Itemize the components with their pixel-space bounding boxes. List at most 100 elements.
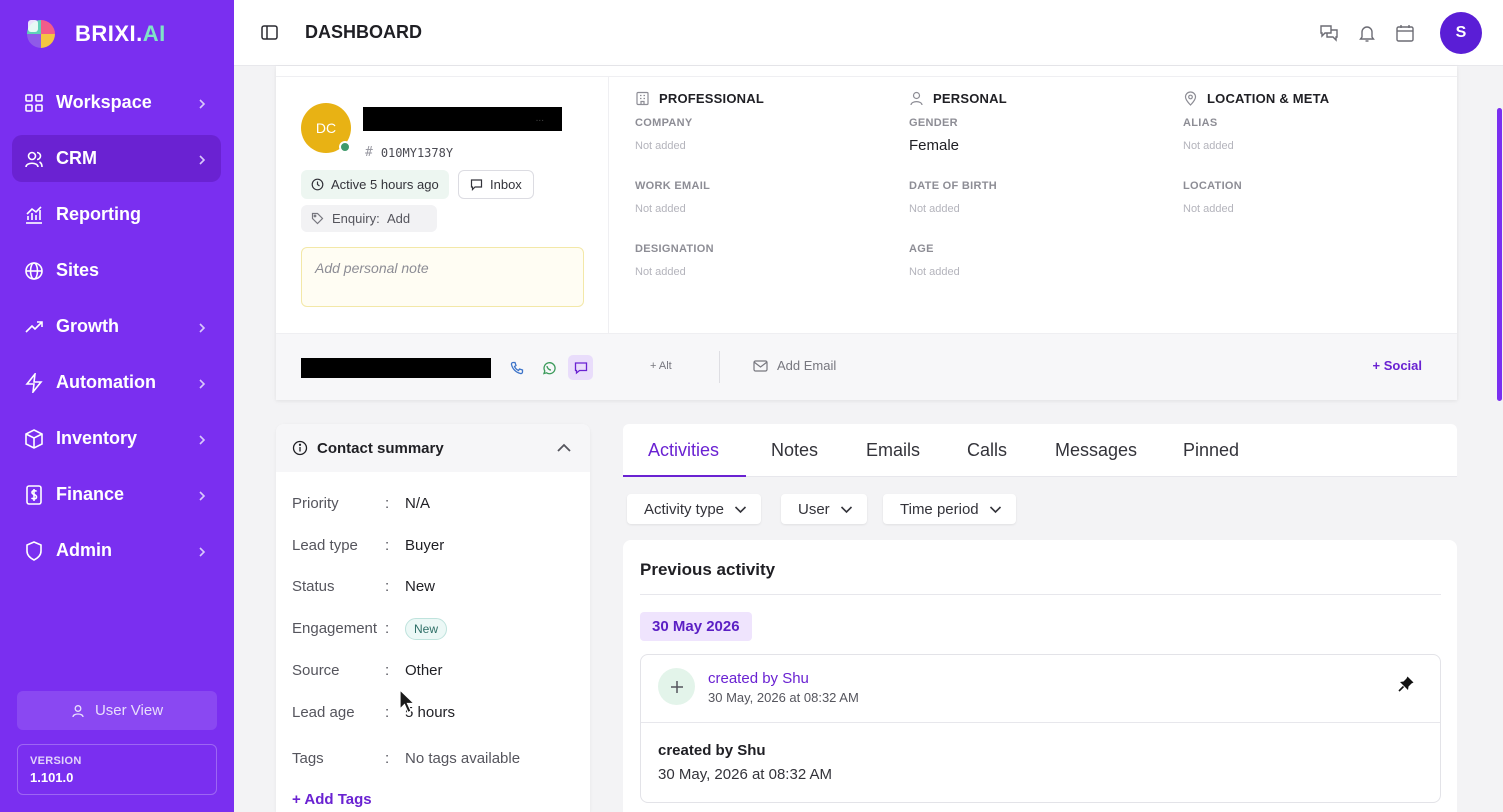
sidebar-item-label: Workspace <box>56 92 152 112</box>
topbar-icons <box>1319 23 1415 43</box>
engagement-badge: New <box>405 618 448 640</box>
tab-notes[interactable]: Notes <box>771 440 818 461</box>
enquiry-add-chip[interactable]: Enquiry: Add <box>301 205 437 232</box>
inbox-label: Inbox <box>490 177 522 192</box>
add-email-label: Add Email <box>777 358 837 373</box>
version-box: VERSION 1.101.0 <box>17 744 217 795</box>
activity-entry-title[interactable]: created by Shu <box>708 670 809 687</box>
time-period-filter[interactable]: Time period <box>883 494 1016 524</box>
sidebar-item-growth[interactable]: Growth <box>12 303 221 350</box>
summary-row-engagement: Engagement: New <box>292 618 448 640</box>
professional-section: PROFESSIONAL COMPANY Not added WORK EMAIL… <box>635 91 905 306</box>
chat-icon[interactable] <box>1319 23 1339 43</box>
company-field: COMPANY Not added <box>635 117 693 152</box>
contact-id: #010MY1378Y <box>365 145 453 160</box>
tab-messages[interactable]: Messages <box>1055 440 1137 461</box>
contact-summary-title: Contact summary <box>317 439 444 457</box>
hash-icon: # <box>365 145 373 160</box>
location-field: LOCATION Not added <box>1183 180 1243 215</box>
sidebar-item-reporting[interactable]: Reporting <box>12 191 221 238</box>
sidebar-item-crm[interactable]: CRM <box>12 135 221 182</box>
sidebar-item-inventory[interactable]: Inventory <box>12 415 221 462</box>
grid-icon <box>24 93 44 113</box>
activity-entry[interactable]: created by Shu 30 May, 2026 at 08:32 AM … <box>640 654 1441 803</box>
sidebar-item-label: Sites <box>56 260 100 280</box>
user-avatar[interactable]: S <box>1440 12 1482 54</box>
sidebar-item-label: Inventory <box>56 428 138 448</box>
activity-entry-body-time: 30 May, 2026 at 08:32 AM <box>658 766 833 783</box>
clock-icon <box>311 178 324 191</box>
contact-identity: DC ... #010MY1378Y Active 5 hours ago In… <box>276 77 609 333</box>
add-alt-phone-button[interactable]: + Alt <box>650 360 672 372</box>
calendar-icon[interactable] <box>1395 23 1415 43</box>
sidebar-item-label: Finance <box>56 484 125 504</box>
whatsapp-icon[interactable] <box>536 355 561 380</box>
divider <box>640 594 1441 595</box>
filter-label: Time period <box>900 500 979 518</box>
channel-actions <box>504 355 593 380</box>
box-icon <box>24 428 44 449</box>
chevron-down-icon <box>989 505 1001 513</box>
sidebar-item-sites[interactable]: Sites <box>12 247 221 294</box>
active-tab-indicator <box>623 475 746 477</box>
tab-emails[interactable]: Emails <box>866 440 920 461</box>
version-label: VERSION <box>30 755 82 767</box>
tab-calls[interactable]: Calls <box>967 440 1007 461</box>
activity-entry-time: 30 May, 2026 at 08:32 AM <box>708 690 859 705</box>
inbox-button[interactable]: Inbox <box>458 170 534 199</box>
pin-icon[interactable] <box>1397 675 1415 698</box>
sidebar-item-label: CRM <box>56 148 97 168</box>
location-meta-section: LOCATION & META ALIAS Not added LOCATION N… <box>1183 91 1453 243</box>
bar-chart-icon <box>24 205 44 225</box>
sidebar: BRIXI.AI Workspace CRM Reporting Sites G… <box>0 0 234 812</box>
chevron-down-icon <box>734 505 747 513</box>
activity-entry-header: created by Shu 30 May, 2026 at 08:32 AM <box>641 655 1440 723</box>
tab-pinned[interactable]: Pinned <box>1183 440 1239 461</box>
brand-logo[interactable]: BRIXI.AI <box>24 16 166 52</box>
filter-label: User <box>798 500 830 518</box>
dollar-receipt-icon <box>24 484 44 505</box>
dob-field: DATE OF BIRTH Not added <box>909 180 998 215</box>
chevron-up-icon[interactable] <box>556 441 572 455</box>
trending-up-icon <box>24 317 44 337</box>
section-heading: PERSONAL <box>909 91 1179 106</box>
chevron-right-icon <box>195 375 209 389</box>
tab-activities[interactable]: Activities <box>648 440 719 461</box>
user-filter[interactable]: User <box>781 494 867 524</box>
contact-summary-header[interactable]: Contact summary <box>276 424 590 472</box>
page-scrollbar[interactable] <box>1497 108 1502 401</box>
summary-row-lead-type: Lead type: Buyer <box>292 537 445 554</box>
activity-type-filter[interactable]: Activity type <box>627 494 762 524</box>
personal-note-input[interactable]: Add personal note <box>301 247 584 307</box>
sidebar-item-automation[interactable]: Automation <box>12 359 221 406</box>
activity-entry-body-title: created by Shu <box>658 742 766 759</box>
contact-summary-panel: Contact summary Priority: N/A Lead type: B… <box>276 424 590 812</box>
user-view-button[interactable]: User View <box>17 691 217 730</box>
topbar: DASHBOARD S <box>234 0 1503 66</box>
sms-icon[interactable] <box>568 355 593 380</box>
summary-row-priority: Priority: N/A <box>292 495 431 512</box>
chevron-right-icon <box>195 95 209 109</box>
add-tags-button[interactable]: + Add Tags <box>292 791 372 808</box>
designation-field: DESIGNATION Not added <box>635 243 714 278</box>
date-group-badge: 30 May 2026 <box>640 612 752 641</box>
sidebar-item-finance[interactable]: Finance <box>12 471 221 518</box>
personal-section: PERSONAL GENDER Female DATE OF BIRTH Not a… <box>909 91 1179 306</box>
mouse-cursor-icon <box>399 688 417 720</box>
sidebar-item-workspace[interactable]: Workspace <box>12 79 221 126</box>
work-email-field: WORK EMAIL Not added <box>635 180 711 215</box>
chevron-right-icon <box>195 431 209 445</box>
message-square-icon <box>470 179 483 191</box>
add-social-button[interactable]: + Social <box>1373 358 1423 373</box>
globe-icon <box>24 261 44 281</box>
phone-icon[interactable] <box>504 355 529 380</box>
summary-row-tags: Tags: No tags available <box>292 750 521 767</box>
enquiry-label: Enquiry: <box>332 211 380 226</box>
sidebar-item-admin[interactable]: Admin <box>12 527 221 574</box>
sidebar-toggle-icon[interactable] <box>261 24 278 46</box>
mail-icon <box>753 359 768 372</box>
add-email-button[interactable]: Add Email <box>753 358 836 373</box>
bell-icon[interactable] <box>1357 23 1377 43</box>
users-icon <box>24 149 44 169</box>
sidebar-nav: Workspace CRM Reporting Sites Growth Aut… <box>12 79 221 583</box>
